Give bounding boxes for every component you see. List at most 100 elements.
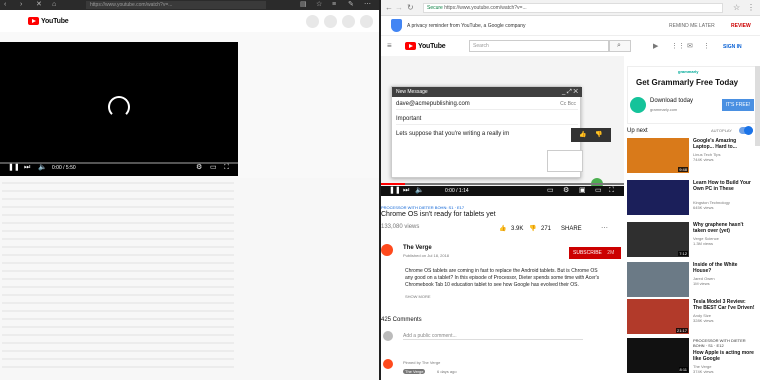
reminder-text: A privacy reminder from YouTube, a Googl… <box>407 23 526 29</box>
create-icon[interactable] <box>324 15 337 28</box>
close-icon[interactable]: ✕ <box>36 1 42 9</box>
theater-icon[interactable]: ▭ <box>595 187 602 195</box>
like-icon[interactable]: 👍 <box>499 225 506 232</box>
messages-icon[interactable]: ✉ <box>687 42 693 50</box>
review-button[interactable]: REVIEW <box>731 23 751 29</box>
avatar[interactable] <box>360 15 373 28</box>
share-button[interactable]: SHARE <box>561 226 582 232</box>
miniplayer-icon[interactable]: ▣ <box>579 187 586 195</box>
forward-icon[interactable]: › <box>20 1 22 9</box>
url-text: https://www.youtube.com/watch?v=... <box>444 5 527 11</box>
more-icon[interactable]: ⋮ <box>703 42 710 50</box>
show-more-link[interactable]: SHOW MORE <box>405 294 431 299</box>
video-thumbnail: 7:12 <box>627 222 689 257</box>
left-progress-bar[interactable] <box>0 162 238 164</box>
video-thumbnail <box>627 262 689 297</box>
settings-icon[interactable]: ⚙ <box>196 164 202 172</box>
thumbs-down-icon[interactable]: 👎 <box>595 131 602 138</box>
episode-tag[interactable]: PROCESSOR WITH DIETER BOHN: S1 · E17 <box>381 205 464 210</box>
back-icon[interactable]: ‹ <box>4 1 6 9</box>
secure-label: Secure <box>427 5 443 11</box>
upload-icon[interactable]: ▶ <box>653 42 658 50</box>
search-button[interactable]: ⌕ <box>609 40 631 52</box>
right-progress-bar[interactable] <box>381 183 624 185</box>
dislike-icon[interactable]: 👎 <box>529 225 536 232</box>
channel-avatar[interactable] <box>381 244 393 256</box>
compose-window-controls-icon[interactable]: _ ⤢ ✕ <box>562 87 578 97</box>
comment-author[interactable]: The Verge <box>403 369 426 374</box>
comment-input[interactable]: Add a public comment... <box>403 333 583 340</box>
body-field[interactable]: Lets suppose that you're writing a reall… <box>396 129 578 140</box>
grammarly-ad[interactable]: grammarly Get Grammarly Free Today Downl… <box>627 66 757 124</box>
settings-icon[interactable]: ⚙ <box>563 187 569 195</box>
up-next-item[interactable]: 21:17 Tesla Model 3 Review: The BEST Car… <box>627 299 757 335</box>
page-scrollbar[interactable] <box>755 66 760 146</box>
video-thumbnail <box>627 180 689 215</box>
captions-icon[interactable]: ▭ <box>547 187 554 195</box>
ad-download: Download today <box>650 98 694 104</box>
to-field[interactable]: dave@acmepublishing.com Cc Bcc <box>396 99 578 110</box>
video-thumbnail-card[interactable] <box>547 150 583 172</box>
volume-icon[interactable]: 🔈 <box>38 164 47 172</box>
volume-icon[interactable]: 🔈 <box>415 187 424 195</box>
video-description: Chrome OS tablets are coming in fast to … <box>405 268 600 288</box>
up-next-item[interactable]: 8:11 PROCESSOR WITH DIETER BOHN · S1 · E… <box>627 338 757 374</box>
left-youtube-header: YouTube <box>0 10 379 32</box>
video-thumbnail: 8:11 <box>627 338 689 373</box>
left-video-player[interactable]: ❚❚ ⏭ 🔈 0:00 / 5:50 ⚙ ▭ ⛶ <box>0 42 238 176</box>
back-icon[interactable]: ← <box>385 3 393 12</box>
pause-icon[interactable]: ❚❚ <box>389 187 401 195</box>
note-icon[interactable]: ✎ <box>348 1 354 9</box>
view-count: 133,080 views <box>381 224 420 230</box>
up-next-item[interactable]: Learn How to Build Your Own PC in These … <box>627 180 757 216</box>
left-browser-toolbar: ‹ › ✕ ⌂ https://www.youtube.com/watch?v=… <box>0 0 379 10</box>
youtube-logo[interactable]: YouTube <box>28 17 69 25</box>
home-icon[interactable]: ⌂ <box>52 1 56 9</box>
fullscreen-icon[interactable]: ⛶ <box>609 187 614 195</box>
right-address-bar[interactable]: Secure https://www.youtube.com/watch?v=.… <box>423 3 723 13</box>
subject-field[interactable]: Important <box>396 114 578 125</box>
remind-later-button[interactable]: REMIND ME LATER <box>669 23 715 29</box>
up-next-item[interactable]: 7:12 Why graphene hasn't taken over (yet… <box>627 222 757 258</box>
reading-icon[interactable]: ▤ <box>300 1 307 9</box>
hub-icon[interactable]: ≡ <box>332 1 336 9</box>
reload-icon[interactable]: ↻ <box>407 3 414 12</box>
more-icon[interactable]: ⋯ <box>364 1 371 9</box>
cc-bcc-link[interactable]: Cc Bcc <box>560 99 576 110</box>
channel-name[interactable]: The Verge <box>403 245 432 251</box>
forward-icon[interactable]: → <box>395 3 403 12</box>
search-input[interactable]: Search <box>469 40 609 52</box>
published-date: Published on Jul 18, 2018 <box>403 253 450 258</box>
youtube-logo[interactable]: YouTube <box>405 42 446 50</box>
pinned-label: Pinned by The Verge <box>403 360 441 365</box>
comment-count: 425 Comments <box>381 317 422 323</box>
star-icon[interactable]: ☆ <box>733 3 740 12</box>
apps-icon[interactable] <box>306 15 319 28</box>
hamburger-icon[interactable]: ≡ <box>387 41 392 50</box>
up-next-item[interactable]: Inside of the White House? Jared Owen 1M… <box>627 262 757 298</box>
autoplay-label: AUTOPLAY <box>711 128 732 133</box>
up-next-item[interactable]: 9:48 Google's Amazing Laptop... Hard to.… <box>627 138 757 174</box>
play-icon[interactable]: ❚❚ <box>8 164 20 172</box>
fullscreen-icon[interactable]: ⛶ <box>224 164 229 172</box>
sign-in-button[interactable]: SIGN IN <box>723 44 742 50</box>
youtube-play-icon <box>28 17 39 25</box>
more-actions-icon[interactable]: ⋯ <box>601 224 608 232</box>
commenter-avatar <box>383 359 393 369</box>
next-icon[interactable]: ⏭ <box>24 164 30 172</box>
apps-icon[interactable]: ⋮⋮ <box>671 42 685 50</box>
favorite-icon[interactable]: ☆ <box>316 1 322 9</box>
menu-icon[interactable]: ⋮ <box>747 3 755 12</box>
autoplay-toggle[interactable] <box>739 126 753 135</box>
video-thumbnail: 9:48 <box>627 138 689 173</box>
comment-age: 6 days ago <box>437 369 457 374</box>
ad-site: grammarly.com <box>650 107 678 112</box>
subscribe-button[interactable]: SUBSCRIBE 2M <box>569 247 621 259</box>
thumbs-up-icon[interactable]: 👍 <box>579 131 586 138</box>
next-icon[interactable]: ⏭ <box>403 187 409 195</box>
notifications-icon[interactable] <box>342 15 355 28</box>
ad-cta-button[interactable]: IT'S FREE! <box>722 99 754 111</box>
left-address-bar[interactable]: https://www.youtube.com/watch?v=... <box>86 1 266 9</box>
theater-icon[interactable]: ▭ <box>210 164 217 172</box>
compose-header[interactable]: New Message _ ⤢ ✕ <box>392 87 582 97</box>
